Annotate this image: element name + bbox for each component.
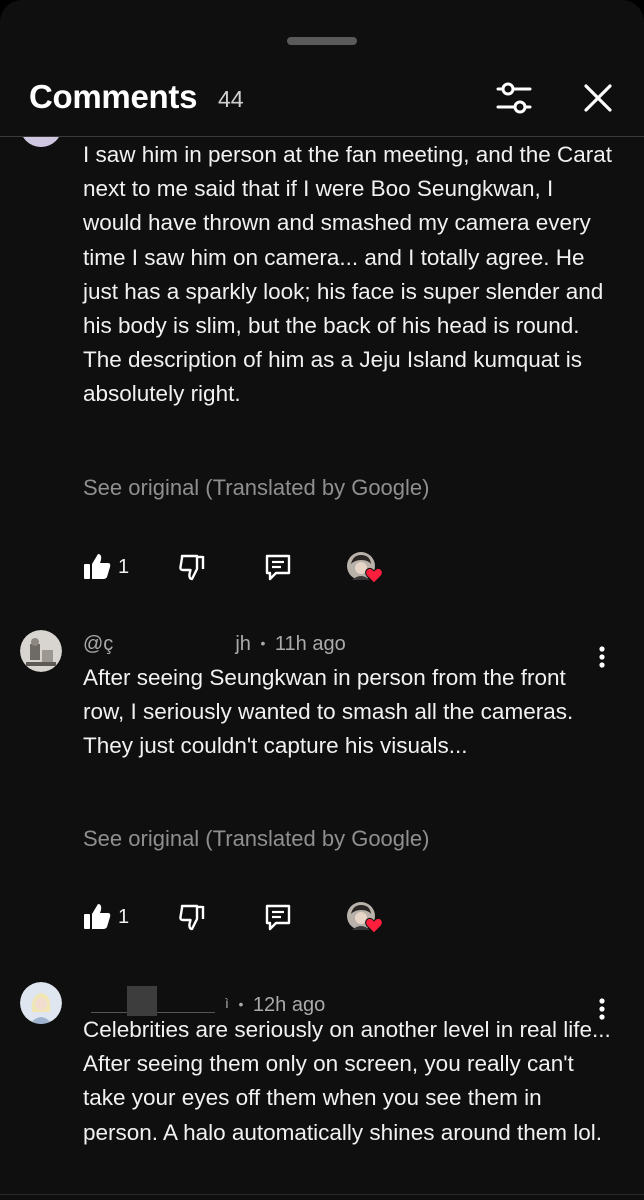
comment-time: 11h ago xyxy=(274,633,346,655)
bottom-divider xyxy=(0,1194,644,1195)
reply-button[interactable] xyxy=(263,552,293,582)
see-original-link[interactable]: See original (Translated by Google) xyxy=(83,826,429,852)
thumbs-up-icon xyxy=(84,904,111,929)
heart-icon xyxy=(365,567,383,584)
close-icon xyxy=(584,84,612,112)
thumbs-down-icon xyxy=(179,554,205,581)
reply-comment-icon xyxy=(265,554,291,581)
comments-sheet: Comments 44 I saw him in person at the f… xyxy=(0,0,644,1200)
comment-text: Celebrities are seriously on another lev… xyxy=(83,1017,611,1145)
comments-list[interactable]: I saw him in person at the fan meeting, … xyxy=(0,137,644,1200)
comment-text: After seeing Seungkwan in person from th… xyxy=(83,665,574,759)
filter-button[interactable] xyxy=(494,78,534,118)
comments-title: Comments xyxy=(29,78,198,115)
comments-count: 44 xyxy=(218,86,244,112)
heart-icon xyxy=(365,917,383,934)
avatar[interactable] xyxy=(20,982,62,1024)
reply-comment-icon xyxy=(265,904,291,931)
meta-separator: • xyxy=(238,996,244,1012)
comments-header: Comments 44 xyxy=(0,60,644,136)
creator-heart xyxy=(347,902,387,938)
avatar[interactable] xyxy=(20,137,62,147)
comment-meta: @ç jh • 11h ago xyxy=(83,633,346,656)
comment-text: I saw him in person at the fan meeting, … xyxy=(83,142,613,407)
comment-item: @ç jh • 11h ago After seeing Seungkwan in… xyxy=(0,620,644,972)
reply-button[interactable] xyxy=(263,902,293,932)
avatar[interactable] xyxy=(20,630,62,672)
comment-item: I saw him in person at the fan meeting, … xyxy=(0,137,644,607)
comment-actions: 1 xyxy=(83,902,403,936)
dislike-button[interactable] xyxy=(179,902,207,932)
comment-item: ì • 12h ago Celebrities are seriously on… xyxy=(0,972,644,1200)
meta-separator: • xyxy=(260,635,266,651)
like-button[interactable] xyxy=(83,552,111,582)
dislike-button[interactable] xyxy=(179,552,207,582)
like-count: 1 xyxy=(118,906,130,928)
redacted-username-block xyxy=(127,986,157,1016)
like-count: 1 xyxy=(118,556,130,578)
thumbs-up-icon xyxy=(84,554,111,579)
author-handle-end[interactable]: jh xyxy=(235,633,251,655)
author-handle-end[interactable]: ì xyxy=(225,995,229,1011)
creator-heart xyxy=(347,552,387,588)
comment-actions: 1 xyxy=(83,552,403,586)
author-handle[interactable]: @ç xyxy=(83,633,113,655)
close-button[interactable] xyxy=(578,78,618,118)
thumbs-down-icon xyxy=(179,904,205,931)
sliders-icon xyxy=(496,82,532,114)
see-original-link[interactable]: See original (Translated by Google) xyxy=(83,475,429,501)
drag-handle[interactable] xyxy=(287,37,357,45)
like-button[interactable] xyxy=(83,902,111,932)
